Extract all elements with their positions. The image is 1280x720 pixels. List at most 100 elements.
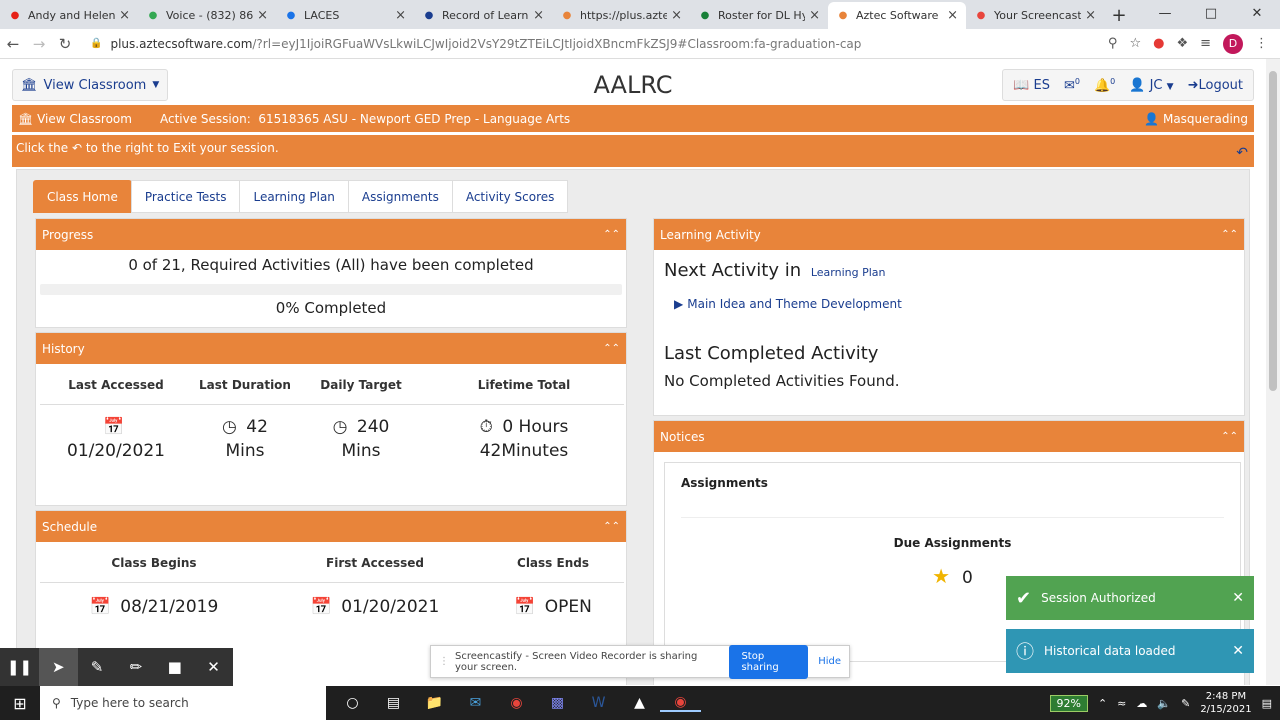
tray-chevron-icon[interactable]: ⌃ bbox=[1098, 697, 1107, 710]
browser-tab[interactable]: ● https://plus.aztecs× bbox=[552, 2, 690, 29]
reload-icon[interactable]: ↻ bbox=[52, 35, 78, 53]
forward-icon[interactable]: → bbox=[26, 35, 52, 53]
profile-avatar[interactable]: D bbox=[1223, 33, 1243, 54]
screencastify-toolbar: ❚❚ ➤ ✎ ✏ ■ ✕ bbox=[0, 648, 233, 686]
stop-sharing-button[interactable]: Stop sharing bbox=[729, 644, 809, 679]
collapse-chevron-icon[interactable]: ⌃⌃ bbox=[603, 229, 620, 240]
collapse-chevron-icon[interactable]: ⌃⌃ bbox=[603, 343, 620, 354]
tab-close-icon[interactable]: × bbox=[119, 8, 130, 23]
pen-icon[interactable]: ✎ bbox=[78, 658, 117, 676]
cortana-icon[interactable]: ○ bbox=[332, 695, 373, 711]
chrome-active-icon[interactable]: ◉ bbox=[660, 694, 701, 712]
progress-percent: 0% Completed bbox=[275, 299, 387, 317]
tab-close-icon[interactable]: × bbox=[809, 8, 820, 23]
exit-session-icon[interactable]: ↶ bbox=[1236, 145, 1248, 161]
url-host: plus.aztecsoftware.com bbox=[110, 36, 253, 51]
tab-close-icon[interactable]: × bbox=[257, 8, 268, 23]
tab-class-home[interactable]: Class Home bbox=[33, 180, 132, 213]
classroom-icon: 🏛 bbox=[18, 111, 34, 126]
browser-tab[interactable]: ● Aztec Software × bbox=[828, 2, 966, 29]
calendar-icon: 📅 bbox=[310, 597, 332, 617]
progress-header[interactable]: Progress ⌃⌃ bbox=[36, 219, 626, 250]
url-field[interactable]: 🔒 plus.aztecsoftware.com /?rl=eyJ1IjoiRG… bbox=[90, 32, 1108, 56]
toast-close-icon[interactable]: ✕ bbox=[1232, 643, 1244, 659]
pause-icon[interactable]: ❚❚ bbox=[0, 658, 39, 676]
maximize-icon[interactable]: □ bbox=[1188, 0, 1234, 29]
teams-icon[interactable]: ▩ bbox=[537, 695, 578, 711]
tab-close-icon[interactable]: × bbox=[671, 8, 682, 23]
tab-learning-plan[interactable]: Learning Plan bbox=[239, 180, 349, 213]
collapse-chevron-icon[interactable]: ⌃⌃ bbox=[1221, 431, 1238, 442]
browser-tab[interactable]: ● Record of Learning × bbox=[414, 2, 552, 29]
windows-start-icon[interactable]: ⊞ bbox=[0, 694, 40, 713]
mail-app-icon[interactable]: ✉ bbox=[455, 695, 496, 711]
highlighter-icon[interactable]: ✏ bbox=[116, 658, 155, 676]
browser-tab[interactable]: ● Your Screencasts × bbox=[966, 2, 1104, 29]
reading-list-icon[interactable]: ≡ bbox=[1200, 36, 1211, 51]
toast-historical-data: ⓘ Historical data loaded ✕ bbox=[1006, 629, 1254, 673]
toast-close-icon[interactable]: ✕ bbox=[1232, 590, 1244, 606]
pen-tray-icon[interactable]: ✎ bbox=[1181, 697, 1190, 710]
chevron-icon: ● bbox=[838, 10, 848, 21]
browser-tab[interactable]: ● LACES × bbox=[276, 2, 414, 29]
browser-tab[interactable]: ● Voice - (832) 869-× bbox=[138, 2, 276, 29]
back-icon[interactable]: ← bbox=[0, 35, 26, 53]
hide-button[interactable]: Hide bbox=[818, 656, 841, 667]
schedule-header[interactable]: Schedule ⌃⌃ bbox=[36, 511, 626, 542]
tab-close-icon[interactable]: × bbox=[533, 8, 544, 23]
language-toggle[interactable]: 📖 ES bbox=[1013, 78, 1050, 93]
taskbar-search[interactable]: ⚲ Type here to search bbox=[40, 686, 326, 720]
collapse-chevron-icon[interactable]: ⌃⌃ bbox=[603, 521, 620, 532]
close-window-icon[interactable]: ✕ bbox=[1234, 0, 1280, 29]
view-classroom-dropdown[interactable]: 🏛 View Classroom ▼ bbox=[12, 69, 169, 101]
tab-assignments[interactable]: Assignments bbox=[347, 180, 453, 213]
browser-tab[interactable]: ● Roster for DL Hybr× bbox=[690, 2, 828, 29]
drag-handle-icon[interactable]: ⋮ bbox=[439, 656, 449, 667]
logout-button[interactable]: ➜Logout bbox=[1188, 78, 1243, 93]
task-view-icon[interactable]: ▤ bbox=[373, 695, 414, 711]
collapse-chevron-icon[interactable]: ⌃⌃ bbox=[1221, 229, 1238, 240]
user-icon: 👤 bbox=[1129, 77, 1146, 93]
camera-icon[interactable]: ■ bbox=[155, 658, 194, 676]
schedule-header-class-begins: Class Begins bbox=[40, 542, 268, 583]
notification-center-icon[interactable]: ▤ bbox=[1262, 697, 1272, 710]
notices-header[interactable]: Notices ⌃⌃ bbox=[654, 421, 1244, 452]
mail-button[interactable]: ✉0 bbox=[1064, 77, 1080, 93]
tab-close-icon[interactable]: × bbox=[1085, 8, 1096, 23]
file-explorer-icon[interactable]: 📁 bbox=[414, 695, 455, 711]
volume-icon[interactable]: 🔈 bbox=[1157, 697, 1171, 710]
puzzle-icon[interactable]: ❖ bbox=[1176, 36, 1188, 51]
new-tab-button[interactable]: + bbox=[1104, 2, 1134, 29]
tab-practice-tests[interactable]: Practice Tests bbox=[130, 180, 241, 213]
due-assignments-heading: Due Assignments bbox=[681, 517, 1224, 550]
learning-plan-link[interactable]: Learning Plan bbox=[811, 266, 886, 279]
chrome-icon[interactable]: ◉ bbox=[496, 695, 537, 711]
reply-icon: ↶ bbox=[71, 141, 82, 155]
cursor-icon[interactable]: ➤ bbox=[38, 648, 78, 686]
scrollbar-thumb[interactable] bbox=[1269, 71, 1277, 391]
history-header[interactable]: History ⌃⌃ bbox=[36, 333, 626, 364]
minimize-icon[interactable]: — bbox=[1142, 0, 1188, 29]
user-menu[interactable]: 👤 JC ▼ bbox=[1129, 78, 1173, 93]
onedrive-icon[interactable]: ☁ bbox=[1136, 697, 1147, 710]
bookmark-star-icon[interactable]: ☆ bbox=[1129, 36, 1141, 51]
next-activity-link[interactable]: ▶ Main Idea and Theme Development bbox=[674, 297, 1244, 311]
notifications-button[interactable]: 🔔0 bbox=[1094, 77, 1115, 93]
tab-close-icon[interactable]: × bbox=[395, 8, 406, 23]
menu-dots-icon[interactable]: ⋮ bbox=[1255, 36, 1268, 51]
extension-record-icon[interactable]: ● bbox=[1153, 36, 1164, 51]
browser-tab[interactable]: ● Andy and Helen H× bbox=[0, 2, 138, 29]
close-toolbar-icon[interactable]: ✕ bbox=[194, 658, 233, 676]
learning-activity-header[interactable]: Learning Activity ⌃⌃ bbox=[654, 219, 1244, 250]
session-view-classroom[interactable]: 🏛 View Classroom bbox=[18, 112, 132, 126]
key-icon[interactable]: ⚲ bbox=[1108, 36, 1118, 51]
word-icon[interactable]: W bbox=[578, 695, 619, 711]
battery-indicator[interactable]: 92% bbox=[1049, 694, 1088, 712]
taskbar-clock[interactable]: 2:48 PM 2/15/2021 bbox=[1200, 690, 1251, 716]
wifi-icon[interactable]: ≈ bbox=[1117, 697, 1126, 710]
clock-filled-icon: ⏱ bbox=[479, 417, 493, 437]
tab-close-icon[interactable]: × bbox=[947, 8, 958, 23]
page-scrollbar[interactable] bbox=[1266, 59, 1280, 685]
tab-activity-scores[interactable]: Activity Scores bbox=[451, 180, 569, 213]
app-icon[interactable]: ▲ bbox=[619, 695, 660, 711]
